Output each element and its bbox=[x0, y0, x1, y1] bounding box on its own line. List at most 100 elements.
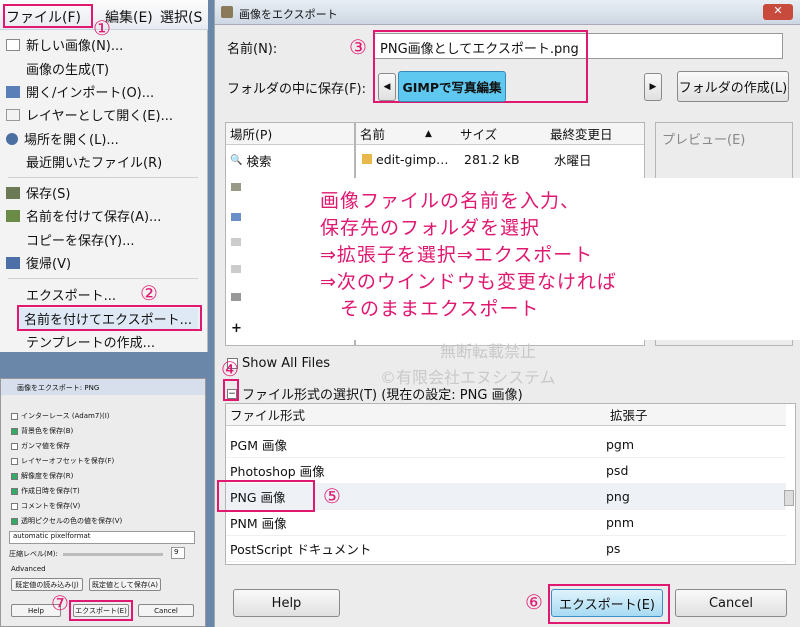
option-interlace[interactable]: インターレース (Adam7)(I) bbox=[11, 411, 110, 421]
checkbox-icon bbox=[11, 412, 18, 420]
close-icon[interactable]: ✕ bbox=[763, 4, 793, 20]
highlight-expander bbox=[223, 379, 239, 401]
checkbox-icon bbox=[11, 502, 18, 510]
new-image-icon bbox=[6, 38, 20, 51]
column-file-type[interactable]: ファイル形式 bbox=[226, 404, 606, 426]
menu-item-open-location[interactable]: 場所を開く(L)... bbox=[6, 128, 119, 149]
menu-separator bbox=[8, 278, 198, 279]
marker-4: ④ bbox=[221, 357, 239, 381]
marker-2: ② bbox=[140, 281, 158, 305]
file-type-row[interactable]: PNM 画像 pnm bbox=[226, 510, 786, 536]
marker-7: ⑦ bbox=[51, 591, 69, 615]
instruction-line: そのままエクスポート bbox=[320, 298, 540, 320]
marker-5: ⑤ bbox=[323, 484, 341, 508]
menu-select[interactable]: 選択(S bbox=[160, 7, 202, 27]
load-defaults-button[interactable]: 既定値の読み込み(J) bbox=[11, 578, 83, 591]
checkbox-icon bbox=[11, 442, 18, 450]
blank-icon bbox=[6, 336, 20, 348]
search-icon: 🔍 bbox=[230, 155, 243, 166]
option-resolution[interactable]: 解像度を保存(R) bbox=[11, 471, 73, 481]
menu-item-save[interactable]: 保存(S) bbox=[6, 182, 70, 203]
menu-item-open-as-layers[interactable]: レイヤーとして開く(E)... bbox=[6, 104, 173, 125]
revert-icon bbox=[6, 256, 20, 269]
drive-icon bbox=[231, 183, 241, 191]
file-row[interactable]: edit-gimp… 281.2 kB 水曜日 bbox=[356, 147, 644, 171]
place-search[interactable]: 🔍 検索 bbox=[230, 151, 271, 170]
option-layer-offset[interactable]: レイヤーオフセットを保存(F) bbox=[11, 456, 114, 466]
desktop-icon bbox=[231, 213, 241, 221]
marker-6: ⑥ bbox=[525, 590, 543, 614]
file-menu-panel: ファイル(F) 編集(E) 選択(S ① 新しい画像(N)... 画像の生成(T… bbox=[0, 0, 208, 352]
column-name[interactable]: 名前 ▲ bbox=[356, 123, 456, 145]
instruction-overlay: 画像ファイルの名前を入力、 保存先のフォルダを選択 ⇒拡張子を選択⇒エクスポート… bbox=[245, 178, 800, 340]
png-options-dialog: 画像をエクスポート: PNG インターレース (Adam7)(I) 背景色を保存… bbox=[0, 378, 206, 627]
preview-label: プレビュー(E) bbox=[662, 133, 746, 148]
show-all-files-checkbox[interactable]: Show All Files bbox=[227, 356, 330, 371]
menu-item-recent[interactable]: 最近開いたファイル(R) bbox=[6, 151, 162, 172]
path-forward-button[interactable]: ▶ bbox=[644, 73, 662, 101]
option-transparent-color[interactable]: 透明ピクセルの色の値を保存(V) bbox=[11, 516, 122, 526]
dialog-titlebar: 画像をエクスポート ✕ bbox=[215, 0, 800, 25]
blank-icon bbox=[6, 289, 20, 301]
menu-item-save-copy[interactable]: コピーを保存(Y)... bbox=[6, 229, 134, 250]
menu-item-export[interactable]: エクスポート... bbox=[6, 284, 116, 305]
compression-value[interactable]: 9 bbox=[171, 547, 185, 559]
chevron-left-icon: ◀ bbox=[383, 82, 391, 92]
name-label: 名前(N): bbox=[227, 42, 278, 57]
folder-icon bbox=[231, 238, 241, 246]
marker-3: ③ bbox=[349, 35, 367, 59]
column-extension[interactable]: 拡張子 bbox=[606, 404, 786, 426]
advanced-expander[interactable]: Advanced bbox=[11, 565, 46, 573]
folder-icon bbox=[231, 265, 241, 273]
menu-item-create[interactable]: 画像の生成(T) bbox=[6, 58, 109, 79]
menu-separator bbox=[8, 177, 198, 178]
blank-icon bbox=[6, 156, 20, 168]
compression-slider[interactable] bbox=[63, 553, 163, 556]
file-type-row[interactable]: PostScript ドキュメント ps bbox=[226, 536, 786, 562]
option-creation-time[interactable]: 作成日時を保存(T) bbox=[11, 486, 80, 496]
highlight-export-button bbox=[548, 584, 670, 624]
globe-icon bbox=[6, 132, 18, 145]
path-back-button[interactable]: ◀ bbox=[378, 73, 396, 101]
option-background[interactable]: 背景色を保存(B) bbox=[11, 426, 73, 436]
small-cancel-button[interactable]: Cancel bbox=[138, 604, 194, 617]
checkbox-checked-icon bbox=[11, 517, 18, 525]
option-comment[interactable]: コメントを保存(V) bbox=[11, 501, 80, 511]
column-size[interactable]: サイズ bbox=[456, 123, 546, 145]
menu-item-template[interactable]: テンプレートの作成... bbox=[6, 331, 155, 352]
drive-icon bbox=[231, 293, 241, 301]
instruction-line: 画像ファイルの名前を入力、 bbox=[320, 190, 581, 212]
cancel-button[interactable]: Cancel bbox=[675, 589, 787, 617]
highlight-small-export bbox=[69, 600, 133, 621]
save-defaults-button[interactable]: 既定値として保存(A) bbox=[89, 578, 161, 591]
folder-path-button[interactable]: GIMPで写真編集 bbox=[398, 71, 506, 102]
chevron-right-icon: ▶ bbox=[649, 82, 657, 92]
menu-item-save-as[interactable]: 名前を付けて保存(A)... bbox=[6, 205, 161, 226]
checkbox-checked-icon bbox=[11, 472, 18, 480]
create-folder-button[interactable]: フォルダの作成(L) bbox=[677, 71, 789, 102]
checkbox-checked-icon bbox=[11, 427, 18, 435]
watermark-text: ©有限会社エヌシステム bbox=[380, 368, 556, 387]
option-gamma[interactable]: ガンマ値を保存 bbox=[11, 441, 70, 451]
save-icon bbox=[6, 186, 20, 199]
menu-edit[interactable]: 編集(E) bbox=[105, 7, 153, 27]
menu-item-open[interactable]: 開く/インポート(O)... bbox=[6, 81, 154, 102]
instruction-line: 保存先のフォルダを選択 bbox=[320, 217, 541, 239]
folder-label: フォルダの中に保存(F): bbox=[227, 82, 367, 97]
checkbox-icon bbox=[11, 457, 18, 465]
list-scrollbar[interactable] bbox=[784, 490, 794, 506]
sort-up-icon: ▲ bbox=[425, 128, 432, 139]
layers-icon bbox=[6, 108, 20, 121]
image-file-icon bbox=[362, 154, 372, 164]
menu-item-revert[interactable]: 復帰(V) bbox=[6, 252, 71, 273]
blank-icon bbox=[6, 234, 20, 246]
pixel-format-select[interactable]: automatic pixelformat bbox=[9, 531, 195, 544]
dialog-title: 画像をエクスポート bbox=[239, 8, 338, 21]
file-type-row[interactable]: PGM 画像 pgm bbox=[226, 432, 786, 458]
column-modified[interactable]: 最終変更日 bbox=[546, 123, 644, 145]
add-place-icon[interactable]: + bbox=[231, 321, 242, 336]
places-header: 場所(P) bbox=[226, 123, 354, 145]
help-button[interactable]: Help bbox=[233, 589, 340, 617]
menu-item-new[interactable]: 新しい画像(N)... bbox=[6, 34, 123, 55]
watermark-text: 無断転載禁止 bbox=[440, 342, 537, 361]
